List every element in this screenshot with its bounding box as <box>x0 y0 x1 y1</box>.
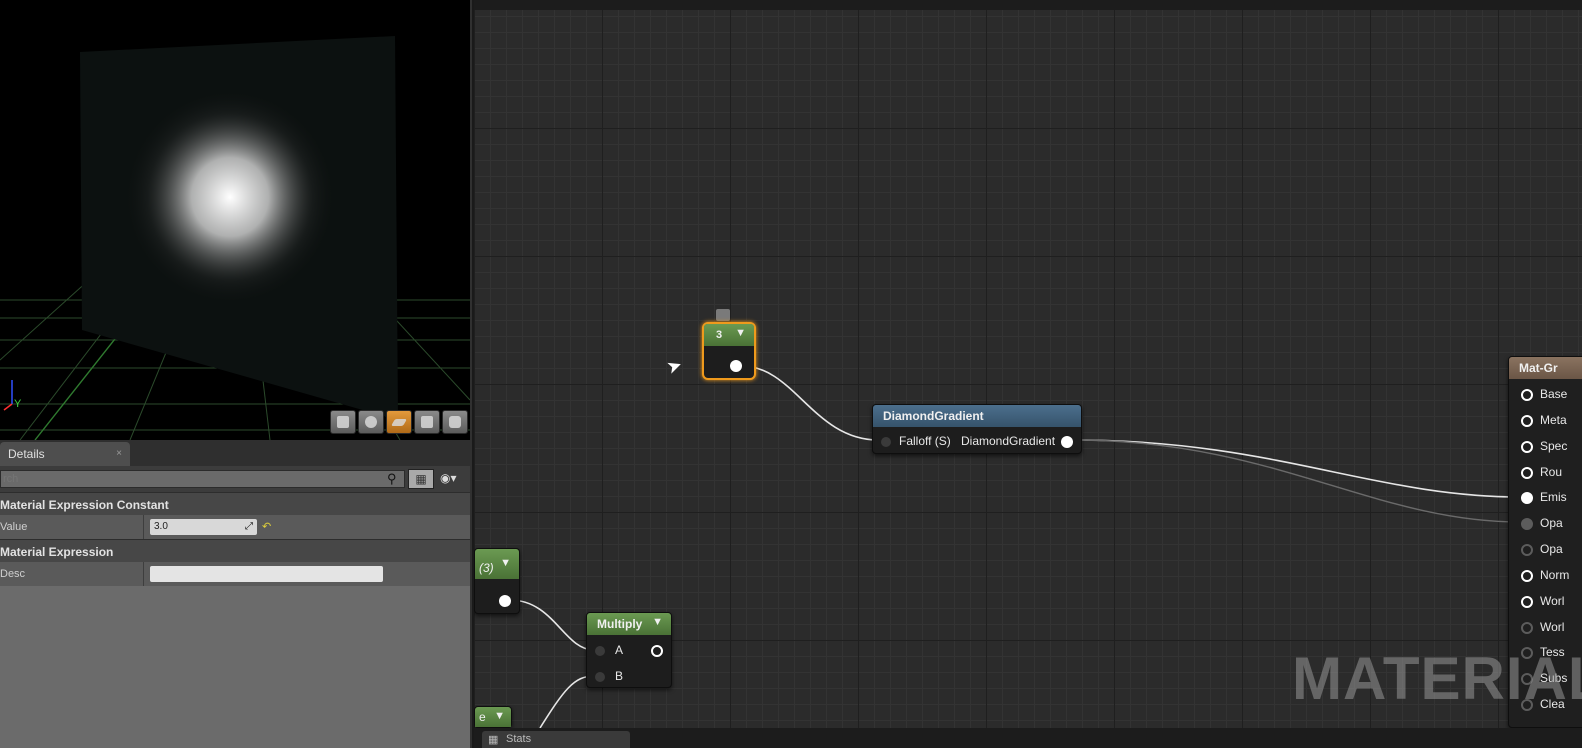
constant-node-title: 3 <box>716 329 723 341</box>
property-label: Value <box>0 521 28 533</box>
diamond-gradient-title: DiamondGradient <box>883 409 984 423</box>
multiply-input-a-label: A <box>615 643 624 657</box>
graph-watermark: MATERIAL <box>1292 645 1582 712</box>
specular-pin[interactable] <box>1521 441 1533 453</box>
custom-mesh-icon[interactable] <box>442 410 468 434</box>
divider <box>143 515 144 539</box>
material-result-title: Mat-Gr <box>1519 361 1558 375</box>
stats-icon: ▦ <box>488 734 499 746</box>
eye-icon[interactable]: ◉▾ <box>440 471 457 485</box>
opacity-mask-label: Opa <box>1540 542 1563 556</box>
material-result-header: Mat-Gr <box>1509 357 1582 379</box>
wire-constant-to-diamond <box>741 365 879 441</box>
value-text: 3.0 <box>154 521 168 532</box>
property-label: Desc <box>0 568 26 580</box>
multiply-node-header: Multiply ▼ <box>587 613 671 635</box>
property-row-desc: Desc <box>0 562 470 586</box>
partial-node-header: (3) ▼ <box>475 549 519 579</box>
constant-node[interactable]: 3 ▼ <box>702 322 756 380</box>
search-input[interactable] <box>0 470 405 488</box>
metallic-pin[interactable] <box>1521 415 1533 427</box>
multiply-input-a-pin[interactable] <box>595 646 605 656</box>
collapse-arrow-icon[interactable]: ▼ <box>500 557 511 569</box>
world-displacement-label: Worl <box>1540 620 1565 634</box>
bottom-partial-header: e ▼ <box>475 707 511 727</box>
opacity-pin[interactable] <box>1521 518 1533 530</box>
preview-viewport[interactable]: Y <box>0 0 472 440</box>
diamond-gradient-header: DiamondGradient <box>873 405 1081 427</box>
roughness-label: Rou <box>1540 465 1563 479</box>
collapse-arrow-icon[interactable]: ▼ <box>652 616 663 628</box>
details-tab-strip: Details × <box>0 440 470 466</box>
preview-badge-icon <box>716 309 730 321</box>
tab-stats[interactable]: ▦ Stats <box>482 731 630 748</box>
details-panel: Details × ⚲ ▦ ◉▾ Material Expression Con… <box>0 440 472 748</box>
world-position-offset-pin[interactable] <box>1521 596 1533 608</box>
partial-node-title: (3) <box>479 561 494 575</box>
cylinder-icon[interactable] <box>330 410 356 434</box>
category-material-expression-constant[interactable]: Material Expression Constant <box>0 492 470 515</box>
emissive-pin[interactable] <box>1521 492 1533 504</box>
constant-output-pin[interactable] <box>730 360 742 372</box>
multiply-node-title: Multiply <box>597 617 643 631</box>
details-search-row: ⚲ ▦ ◉▾ <box>0 466 470 492</box>
wire-diamond-to-emissive <box>1073 439 1521 498</box>
diamond-output-pin[interactable] <box>1061 436 1073 448</box>
multiply-node[interactable]: Multiply ▼ A B <box>586 612 672 688</box>
partial-node[interactable]: (3) ▼ <box>474 548 520 614</box>
world-position-offset-label: Worl <box>1540 594 1565 608</box>
partial-output-pin[interactable] <box>499 595 511 607</box>
material-graph-canvas[interactable]: 3 ▼ ➤ DiamondGradient Falloff (S) Diamon… <box>474 0 1582 728</box>
collapse-arrow-icon[interactable]: ▼ <box>735 327 746 339</box>
cube-icon[interactable] <box>414 410 440 434</box>
opacity-mask-pin[interactable] <box>1521 544 1533 556</box>
specular-label: Spec <box>1540 439 1568 453</box>
multiply-output-pin[interactable] <box>651 645 663 657</box>
axis-y-label: Y <box>14 398 22 410</box>
emissive-label: Emis <box>1540 490 1567 504</box>
base-color-pin[interactable] <box>1521 389 1533 401</box>
falloff-input-label: Falloff (S) <box>899 434 951 448</box>
opacity-label: Opa <box>1540 516 1563 530</box>
search-icon[interactable]: ⚲ <box>387 471 397 487</box>
preview-mesh-toolbar <box>330 410 468 434</box>
divider <box>143 562 144 586</box>
sphere-icon[interactable] <box>358 410 384 434</box>
bottom-partial-title: e <box>479 710 486 724</box>
drag-arrows-icon[interactable]: ⤢ <box>245 521 253 532</box>
category-title: Material Expression <box>0 545 114 559</box>
normal-pin[interactable] <box>1521 570 1533 582</box>
tab-details-label: Details <box>8 447 45 461</box>
category-title: Material Expression Constant <box>0 498 169 512</box>
reset-to-default-icon[interactable]: ↶ <box>262 520 271 533</box>
close-icon[interactable]: × <box>116 448 122 459</box>
falloff-input-pin[interactable] <box>881 437 891 447</box>
tab-stats-label: Stats <box>506 733 532 745</box>
multiply-input-b-pin[interactable] <box>595 672 605 682</box>
normal-label: Norm <box>1540 568 1570 582</box>
property-row-value: Value 3.0 ⤢ ↶ <box>0 515 470 539</box>
metallic-label: Meta <box>1540 413 1567 427</box>
base-color-label: Base <box>1540 387 1568 401</box>
constant-node-header: 3 ▼ <box>704 324 754 346</box>
category-material-expression[interactable]: Material Expression <box>0 539 470 562</box>
bottom-bar: ▦ Stats <box>474 728 1582 748</box>
wire-diamond-to-opacity <box>1073 439 1521 523</box>
preview-scene <box>0 36 470 440</box>
plane-icon[interactable] <box>386 410 412 434</box>
property-matrix-icon[interactable]: ▦ <box>408 469 434 489</box>
tab-details[interactable]: Details × <box>0 442 130 466</box>
diamond-output-label: DiamondGradient <box>961 434 1056 448</box>
world-displacement-pin[interactable] <box>1521 622 1533 634</box>
value-field[interactable]: 3.0 ⤢ <box>150 519 257 535</box>
diamond-gradient-node[interactable]: DiamondGradient Falloff (S) DiamondGradi… <box>872 404 1082 454</box>
collapse-arrow-icon[interactable]: ▼ <box>494 710 505 722</box>
roughness-pin[interactable] <box>1521 467 1533 479</box>
wire-partial-to-multiply <box>509 599 595 651</box>
desc-field[interactable] <box>150 566 383 582</box>
multiply-input-b-label: B <box>615 669 624 683</box>
bottom-partial-node[interactable]: e ▼ <box>474 706 512 728</box>
